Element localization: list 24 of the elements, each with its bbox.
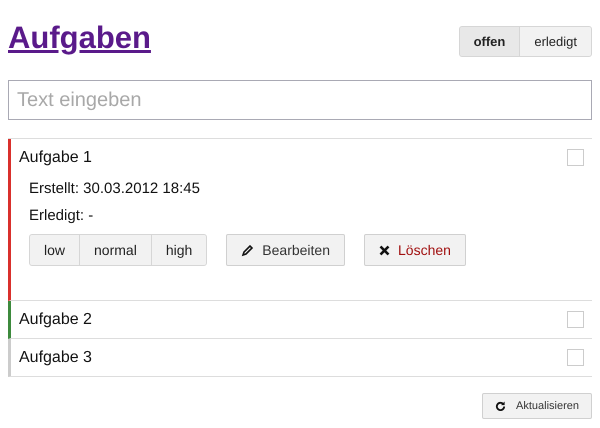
refresh-button[interactable]: Aktualisieren <box>482 393 592 419</box>
task-checkbox[interactable] <box>567 349 584 366</box>
task-checkbox[interactable] <box>567 149 584 166</box>
close-icon <box>379 244 390 256</box>
created-date: Erstellt: 30.03.2012 18:45 <box>29 180 201 197</box>
task-checkbox[interactable] <box>567 311 584 328</box>
refresh-icon <box>495 400 506 412</box>
filter-tab[interactable]: erledigt <box>519 26 592 57</box>
task-title: Aufgabe 1 <box>19 148 92 166</box>
completed-date: Erledigt: - <box>29 207 94 224</box>
priority-button[interactable]: high <box>150 234 208 266</box>
task-title: Aufgabe 2 <box>19 310 92 328</box>
task-row[interactable]: Aufgabe 2 <box>8 301 592 339</box>
priority-button[interactable]: low <box>29 234 80 266</box>
filter-tab[interactable]: offen <box>458 26 520 57</box>
task-row[interactable]: Aufgabe 3 <box>8 339 592 377</box>
priority-button[interactable]: normal <box>79 234 152 266</box>
delete-button[interactable]: Löschen <box>364 234 466 266</box>
text-input-field[interactable]: Text eingeben <box>8 80 592 120</box>
edit-button[interactable]: Bearbeiten <box>226 234 345 266</box>
task-title: Aufgabe 3 <box>19 348 92 366</box>
task-row[interactable]: Aufgabe 1 Erstellt: 30.03.2012 18:45 Erledigt: - low normal high Bearbeiten Löschen <box>8 139 592 301</box>
pencil-icon <box>241 244 254 256</box>
page-title[interactable]: Aufgaben <box>8 18 151 58</box>
